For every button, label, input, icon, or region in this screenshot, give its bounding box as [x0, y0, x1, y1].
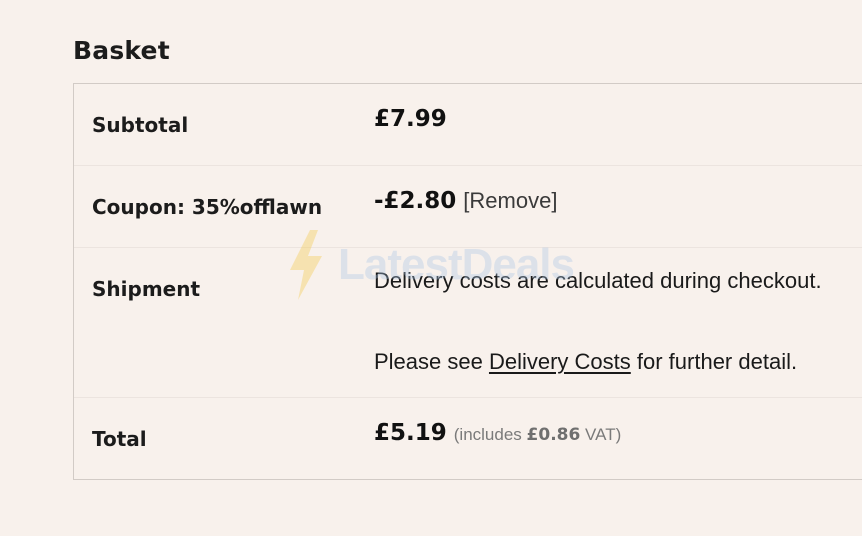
coupon-value: -£2.80 [Remove] [374, 188, 557, 214]
shipment-info-suffix: for further detail. [630, 349, 798, 374]
subtotal-row: Subtotal £7.99 [74, 84, 862, 166]
basket-title: Basket [73, 36, 170, 65]
total-value: £5.19 (includes £0.86 VAT) [374, 420, 621, 446]
vat-amount: £0.86 [526, 425, 581, 445]
vat-note: (includes £0.86 VAT) [453, 425, 622, 445]
shipment-info-line1: Delivery costs are calculated during che… [374, 268, 822, 293]
shipment-info-prefix: Please see [374, 349, 489, 374]
subtotal-amount: £7.99 [374, 106, 447, 132]
total-label: Total [92, 427, 147, 451]
subtotal-label: Subtotal [92, 113, 189, 137]
total-amount: £5.19 [374, 420, 447, 446]
shipment-label: Shipment [92, 277, 201, 301]
remove-coupon-link[interactable]: [Remove] [463, 188, 557, 213]
basket-totals-table: Subtotal £7.99 Coupon: 35%offlawn -£2.80… [73, 83, 862, 480]
coupon-row: Coupon: 35%offlawn -£2.80 [Remove] [74, 166, 862, 248]
basket-page: Basket Subtotal £7.99 Coupon: 35%offlawn… [0, 0, 862, 536]
coupon-discount-amount: -£2.80 [374, 188, 457, 214]
vat-suffix: VAT) [580, 425, 622, 444]
shipment-row: Shipment Delivery costs are calculated d… [74, 248, 862, 398]
total-row: Total £5.19 (includes £0.86 VAT) [74, 398, 862, 481]
vat-prefix: (includes [453, 425, 527, 444]
shipment-info-line2: Please see Delivery Costs for further de… [374, 349, 797, 375]
coupon-label: Coupon: 35%offlawn [92, 195, 323, 219]
delivery-costs-link[interactable]: Delivery Costs [489, 349, 631, 374]
